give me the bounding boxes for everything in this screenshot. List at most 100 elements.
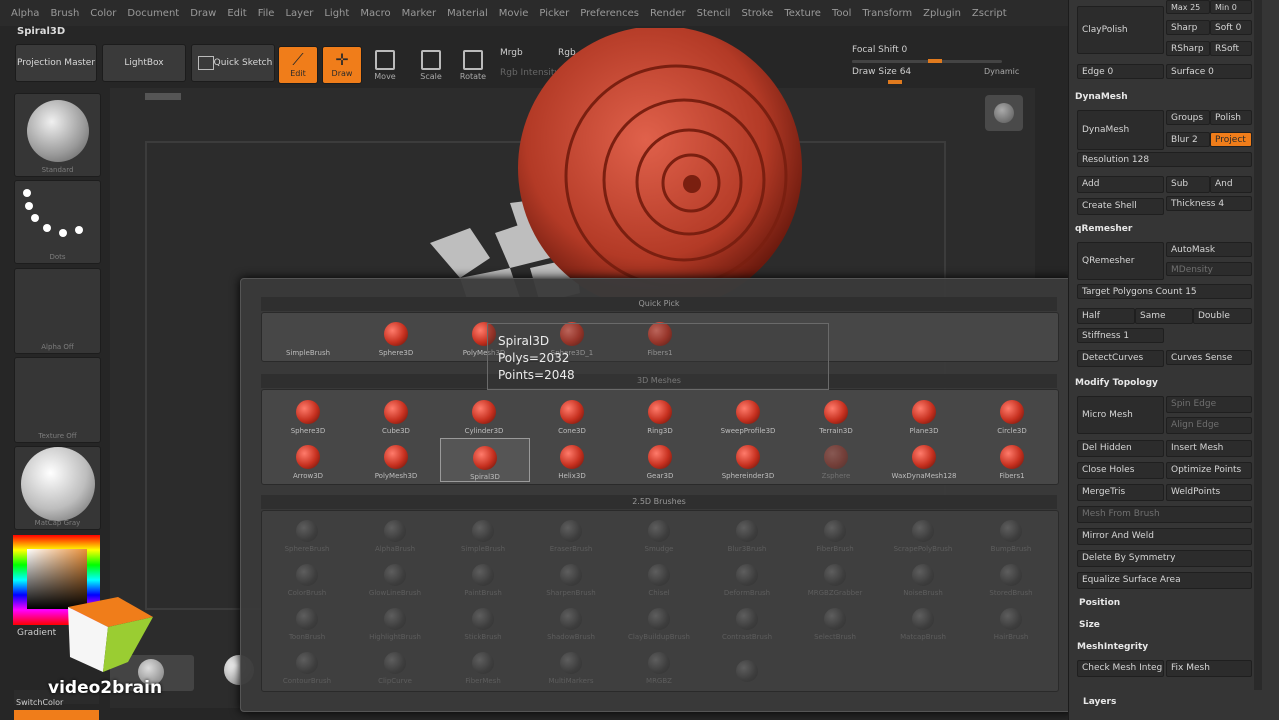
brush-item[interactable]: Blur3Brush — [704, 513, 790, 553]
texture-selector[interactable]: Texture Off — [14, 357, 101, 443]
dynamesh-button[interactable]: DynaMesh — [1077, 110, 1164, 150]
brush-item[interactable]: MultiMarkers — [528, 645, 614, 685]
brush-selector[interactable]: Standard — [14, 93, 101, 177]
mirror-and-weld-button[interactable]: Mirror And Weld — [1077, 528, 1252, 545]
edit-mode-button[interactable]: ⟋ Edit — [278, 46, 318, 84]
material-selector[interactable]: MatCap Gray — [14, 446, 101, 530]
menu-alpha[interactable]: Alpha — [11, 8, 39, 19]
brush-item[interactable]: DeformBrush — [704, 557, 790, 597]
mesh-item[interactable]: Cylinder3D — [440, 393, 528, 435]
brush-item[interactable]: EraserBrush — [528, 513, 614, 553]
mesh-item[interactable]: Ring3D — [616, 393, 704, 435]
brush-item[interactable]: SelectBrush — [792, 601, 878, 641]
spin-edge-button[interactable]: Spin Edge — [1166, 396, 1252, 413]
menu-transform[interactable]: Transform — [862, 8, 912, 19]
add-button[interactable]: Add — [1077, 176, 1164, 193]
mesh-item[interactable]: Helix3D — [528, 438, 616, 480]
close-holes-button[interactable]: Close Holes — [1077, 462, 1164, 479]
double-button[interactable]: Double — [1193, 308, 1252, 324]
quick-sketch-button[interactable]: Quick Sketch — [191, 44, 275, 82]
curves-sense-slider[interactable]: Curves Sense — [1166, 350, 1252, 365]
brush-item[interactable]: ColorBrush — [264, 557, 350, 597]
brush-item[interactable]: ClipCurve — [352, 645, 438, 685]
menu-zplugin[interactable]: Zplugin — [923, 8, 961, 19]
rsoft-slider[interactable]: RSoft — [1210, 41, 1252, 56]
layers-section-header[interactable]: Layers — [1083, 697, 1116, 707]
position-section-header[interactable]: Position — [1079, 598, 1120, 608]
focal-shift-track[interactable] — [852, 60, 1002, 63]
menu-color[interactable]: Color — [90, 8, 116, 19]
brush-item[interactable]: ContourBrush — [264, 645, 350, 685]
brush-item[interactable]: ScrapePolyBrush — [880, 513, 966, 553]
quick-pick-item[interactable]: Sphere3D — [352, 315, 440, 357]
brush-item[interactable]: ClayBuildupBrush — [616, 601, 702, 641]
stroke-selector[interactable]: Dots — [14, 180, 101, 264]
brush-item[interactable]: StickBrush — [440, 601, 526, 641]
mesh-item[interactable]: SweepProfile3D — [704, 393, 792, 435]
menu-macro[interactable]: Macro — [360, 8, 390, 19]
menu-zscript[interactable]: Zscript — [972, 8, 1007, 19]
menu-light[interactable]: Light — [324, 8, 349, 19]
target-polygons-slider[interactable]: Target Polygons Count 15 — [1077, 284, 1252, 299]
brush-item[interactable]: PaintBrush — [440, 557, 526, 597]
mesh-item[interactable]: Zsphere — [792, 438, 880, 480]
fix-mesh-button[interactable]: Fix Mesh — [1166, 660, 1252, 677]
claypolish-button[interactable]: ClayPolish — [1077, 6, 1164, 54]
mesh-from-brush-button[interactable]: Mesh From Brush — [1077, 506, 1252, 523]
brush-item[interactable]: Smudge — [616, 513, 702, 553]
rsharp-slider[interactable]: RSharp — [1166, 41, 1210, 56]
brush-item[interactable]: MatcapBrush — [880, 601, 966, 641]
menu-preferences[interactable]: Preferences — [580, 8, 639, 19]
brush-item[interactable]: GlowLineBrush — [352, 557, 438, 597]
alternate-color-swatch[interactable] — [14, 710, 99, 720]
mesh-item[interactable]: Gear3D — [616, 438, 704, 480]
menu-movie[interactable]: Movie — [499, 8, 529, 19]
mesh-integrity-header[interactable]: MeshIntegrity — [1077, 642, 1148, 652]
half-button[interactable]: Half — [1077, 308, 1135, 324]
brush-item[interactable]: HighlightBrush — [352, 601, 438, 641]
mesh-item[interactable]: Arrow3D — [264, 438, 352, 480]
thickness-slider[interactable]: Thickness 4 — [1166, 196, 1252, 211]
mdensity-slider[interactable]: MDensity — [1166, 262, 1252, 276]
draw-size-handle[interactable] — [888, 80, 902, 84]
insert-mesh-button[interactable]: Insert Mesh — [1166, 440, 1252, 457]
quick-pick-item[interactable]: SimpleBrush — [264, 315, 352, 357]
delete-by-symmetry-button[interactable]: Delete By Symmetry — [1077, 550, 1252, 567]
mesh-item[interactable]: Plane3D — [880, 393, 968, 435]
menu-brush[interactable]: Brush — [50, 8, 79, 19]
projection-master-button[interactable]: Projection Master — [15, 44, 97, 82]
menu-draw[interactable]: Draw — [190, 8, 216, 19]
draw-size-slider[interactable]: Draw Size 64 — [852, 67, 911, 77]
lightbox-button[interactable]: LightBox — [102, 44, 186, 82]
menu-file[interactable]: File — [258, 8, 275, 19]
gradient-label[interactable]: Gradient — [17, 628, 56, 638]
mesh-item[interactable]: Terrain3D — [792, 393, 880, 435]
resolution-slider[interactable]: Resolution 128 — [1077, 152, 1252, 167]
brush-item[interactable]: SphereBrush — [264, 513, 350, 553]
menu-render[interactable]: Render — [650, 8, 686, 19]
focal-shift-slider[interactable]: Focal Shift 0 — [852, 45, 907, 55]
palette-scrollbar[interactable] — [1254, 0, 1262, 690]
brush-item[interactable]: BumpBrush — [968, 513, 1054, 553]
merge-tris-button[interactable]: MergeTris — [1077, 484, 1164, 501]
mesh-item[interactable]: Fibers1 — [968, 438, 1056, 480]
brush-item[interactable]: ShadowBrush — [528, 601, 614, 641]
and-button[interactable]: And — [1210, 176, 1252, 193]
qremesher-section-header[interactable]: qRemesher — [1075, 224, 1132, 234]
size-section-header[interactable]: Size — [1079, 620, 1100, 630]
mesh-item[interactable]: Circle3D — [968, 393, 1056, 435]
del-hidden-button[interactable]: Del Hidden — [1077, 440, 1164, 457]
mesh-item[interactable]: Spiral3D — [440, 438, 530, 482]
stiffness-slider[interactable]: Stiffness 1 — [1077, 328, 1164, 343]
same-button[interactable]: Same — [1135, 308, 1193, 324]
brush-item[interactable]: Chisel — [616, 557, 702, 597]
menu-picker[interactable]: Picker — [539, 8, 569, 19]
modify-topology-header[interactable]: Modify Topology — [1075, 378, 1158, 388]
menu-stroke[interactable]: Stroke — [741, 8, 773, 19]
micro-mesh-button[interactable]: Micro Mesh — [1077, 396, 1164, 434]
dynamesh-section-header[interactable]: DynaMesh — [1075, 92, 1128, 102]
brush-item[interactable]: SharpenBrush — [528, 557, 614, 597]
brush-item[interactable]: FiberMesh — [440, 645, 526, 685]
brush-item[interactable]: ToonBrush — [264, 601, 350, 641]
alpha-selector[interactable]: Alpha Off — [14, 268, 101, 354]
